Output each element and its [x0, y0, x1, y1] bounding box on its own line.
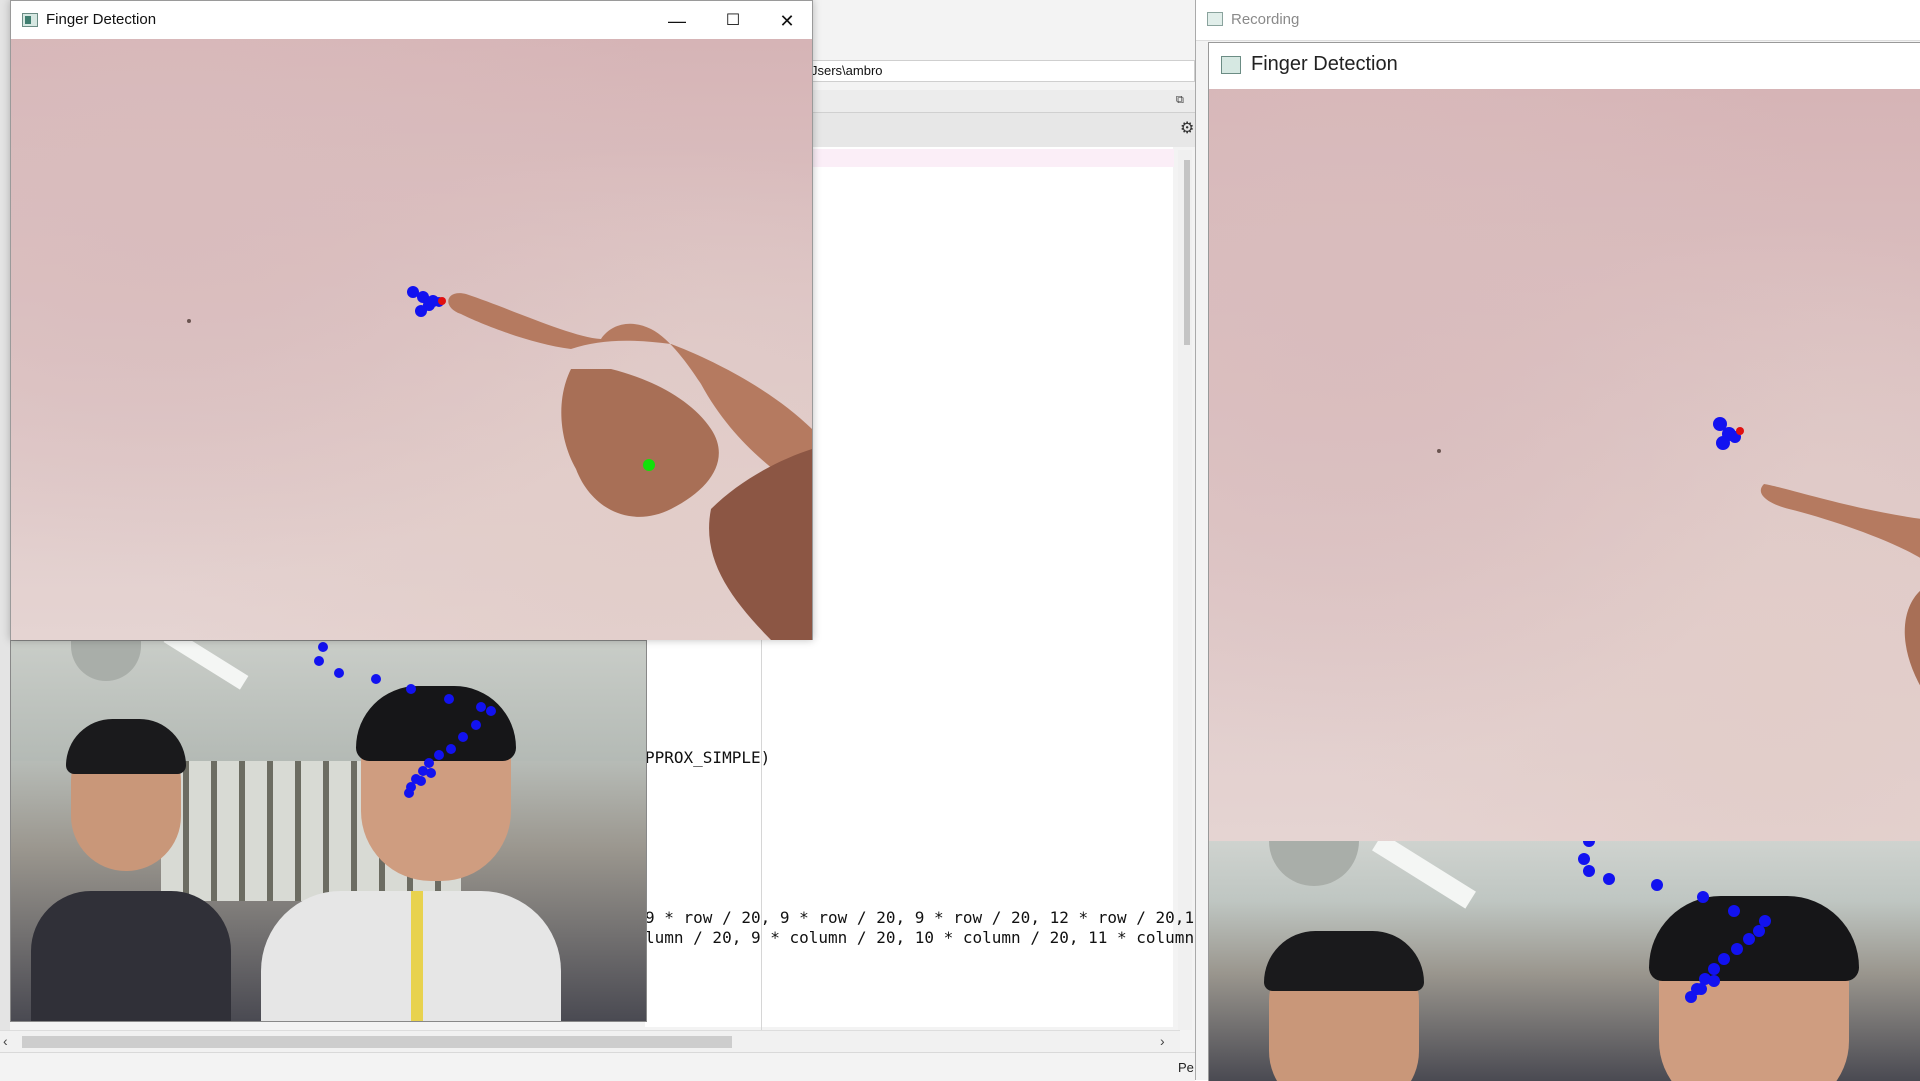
scroll-left-arrow-icon[interactable]: ‹ [3, 1033, 19, 1049]
window-title: Finger Detection [46, 11, 157, 28]
trail-dot [1685, 991, 1697, 1003]
trail-dot [444, 694, 454, 704]
fingertip-dot [438, 297, 446, 305]
gear-icon[interactable]: ⚙ [1180, 118, 1196, 137]
trail-dot [1731, 943, 1743, 955]
recorded-titlebar: Finger Detection [1209, 43, 1920, 89]
undock-icon[interactable]: ⧉ [1176, 95, 1186, 106]
recording-titlebar[interactable]: Recording [1196, 0, 1920, 41]
trail-dot [1753, 925, 1765, 937]
trail-dot [476, 702, 486, 712]
scroll-right-arrow-icon[interactable]: › [1160, 1033, 1176, 1049]
trail-dot [1716, 436, 1730, 450]
trail-dot [334, 668, 344, 678]
trail-dot [1578, 853, 1590, 865]
trail-dot [1728, 905, 1740, 917]
recording-title: Recording [1231, 11, 1300, 28]
window-titlebar[interactable]: Finger Detection — ☐ ✕ [11, 1, 812, 39]
hand-wrist [709, 429, 812, 640]
recorded-overlay [1437, 417, 1920, 686]
working-directory-field[interactable]: Jsers\ambro [806, 60, 1195, 82]
trail-dot [1718, 953, 1730, 965]
window-app-icon [1207, 12, 1223, 26]
recording-window[interactable]: Recording Finger Detection [1195, 0, 1920, 1081]
trail-dot [1708, 963, 1720, 975]
recorded-camera-feed [1209, 89, 1920, 1081]
trail-dot [314, 656, 324, 666]
trail-dot [1743, 933, 1755, 945]
trail-dot [486, 706, 496, 716]
trail-dot [434, 750, 444, 760]
status-bar [0, 1052, 1195, 1081]
trail-dot [415, 305, 427, 317]
webcam-preview [10, 640, 647, 1022]
current-line-highlight [806, 149, 1174, 167]
code-line: PPROX_SIMPLE) [645, 748, 771, 767]
recorded-window-title: Finger Detection [1251, 53, 1398, 75]
trail-dot [1583, 841, 1595, 847]
trail-dot [1697, 891, 1709, 903]
horizontal-scrollbar-thumb[interactable] [22, 1036, 732, 1048]
close-icon[interactable]: ✕ [759, 3, 815, 39]
trail-dot [446, 744, 456, 754]
pane-titlebar [806, 90, 1195, 113]
preview-trail-overlay [314, 642, 496, 798]
trail-dot [406, 684, 416, 694]
pane-toolbar [806, 113, 1195, 147]
trail-dot [1759, 915, 1771, 927]
trail-dot [1583, 865, 1595, 877]
trail-dot [426, 768, 436, 778]
minimize-icon[interactable]: — [649, 3, 705, 39]
code-line: 9 * row / 20, 9 * row / 20, 9 * row / 20… [645, 908, 1204, 927]
centroid-dot [643, 459, 655, 471]
window-app-icon [1221, 56, 1241, 74]
wall-mark [187, 319, 191, 323]
editor-left-strip [0, 0, 10, 1080]
recorded-webcam-preview [1209, 841, 1920, 1081]
edge-line [761, 640, 762, 1030]
maximize-icon[interactable]: ☐ [705, 3, 761, 39]
trail-dot [1708, 975, 1720, 987]
recorded-preview-trail [1578, 841, 1771, 1003]
status-text: Pe [1178, 1060, 1194, 1075]
hand-knuckles [561, 369, 719, 517]
trail-dot [416, 776, 426, 786]
camera-overlay [187, 286, 812, 640]
camera-feed [11, 39, 812, 640]
trail-dot [404, 788, 414, 798]
vertical-scrollbar-thumb[interactable] [1184, 160, 1190, 345]
fingertip-dot [1736, 427, 1744, 435]
finger-detection-window[interactable]: Finger Detection — ☐ ✕ [10, 0, 813, 640]
wall-mark [1437, 449, 1441, 453]
recorded-finger [1760, 484, 1920, 558]
trail-dot [1651, 879, 1663, 891]
window-app-icon [22, 13, 38, 27]
trail-dot [458, 732, 468, 742]
trail-dot [471, 720, 481, 730]
code-line: lumn / 20, 9 * column / 20, 10 * column … [645, 928, 1214, 947]
recorded-hand [1904, 591, 1920, 686]
trail-dot [318, 642, 328, 652]
trail-dot [1603, 873, 1615, 885]
trail-dot [371, 674, 381, 684]
recorded-finger-detection-window: Finger Detection [1208, 42, 1920, 1081]
trail-dot [1695, 983, 1707, 995]
trail-dot [424, 758, 434, 768]
